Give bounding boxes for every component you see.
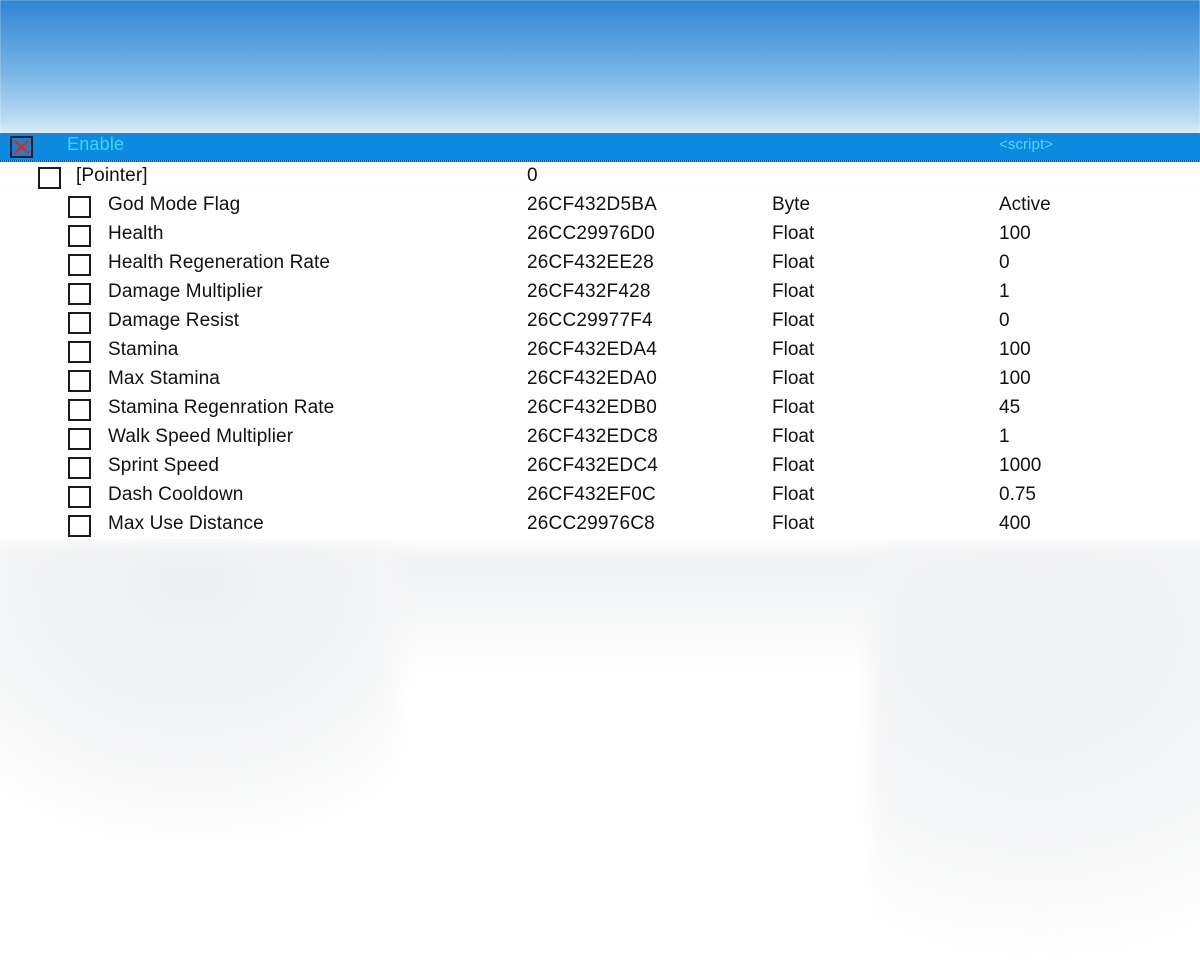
row-address: 26CF432EDA0	[527, 368, 657, 389]
row-value[interactable]: Active	[999, 194, 1051, 216]
row-address: 26CF432EE28	[527, 252, 654, 273]
row-value[interactable]: 100	[999, 223, 1031, 245]
row-type: Float	[772, 281, 815, 302]
enable-label: Enable	[67, 134, 125, 154]
row-value[interactable]: 0.75	[999, 484, 1036, 506]
row-type: Float	[772, 397, 815, 418]
desktop-blur-blob-right	[870, 548, 1200, 968]
row-enable-checkbox[interactable]	[68, 428, 91, 450]
table-row[interactable]: Max Stamina 26CF432EDA0 Float 100	[0, 366, 1200, 395]
row-value[interactable]: 100	[999, 368, 1031, 390]
cheat-table-header-row[interactable]: Enable <script>	[0, 133, 1200, 162]
table-row[interactable]: Sprint Speed 26CF432EDC4 Float 1000	[0, 453, 1200, 482]
row-enable-checkbox[interactable]	[68, 399, 91, 421]
script-column-label[interactable]: <script>	[999, 136, 1053, 153]
row-enable-checkbox[interactable]	[68, 225, 91, 247]
row-address: 26CC29977F4	[527, 310, 653, 331]
enable-checkbox[interactable]	[10, 136, 33, 158]
row-type: Float	[772, 455, 815, 476]
row-enable-checkbox[interactable]	[68, 486, 91, 508]
table-row[interactable]: [Pointer] 0	[0, 163, 1200, 192]
row-value[interactable]: 0	[999, 252, 1010, 274]
row-description: Damage Multiplier	[108, 281, 263, 302]
row-value[interactable]: 100	[999, 339, 1031, 361]
table-row[interactable]: Walk Speed Multiplier 26CF432EDC8 Float 1	[0, 424, 1200, 453]
row-address: 0	[527, 165, 538, 186]
row-description: Sprint Speed	[108, 455, 220, 476]
row-value[interactable]: 400	[999, 513, 1031, 535]
row-description: [Pointer]	[76, 165, 148, 186]
table-row[interactable]: God Mode Flag 26CF432D5BA Byte Active	[0, 192, 1200, 221]
row-type: Float	[772, 310, 815, 331]
cheat-table-rows: [Pointer] 0 God Mode Flag 26CF432D5BA Byte Ac…	[0, 162, 1200, 540]
row-type: Float	[772, 484, 815, 505]
row-value[interactable]: 1	[999, 426, 1010, 448]
row-description: Health	[108, 223, 164, 244]
row-type: Float	[772, 252, 815, 273]
row-address: 26CF432EDA4	[527, 339, 657, 360]
row-value[interactable]: 1000	[999, 455, 1041, 477]
row-address: 26CF432F428	[527, 281, 651, 302]
table-row[interactable]: Max Use Distance 26CC29976C8 Float 400	[0, 511, 1200, 540]
row-enable-checkbox[interactable]	[68, 283, 91, 305]
table-row[interactable]: Health 26CC29976D0 Float 100	[0, 221, 1200, 250]
row-address: 26CC29976C8	[527, 513, 655, 534]
row-enable-checkbox[interactable]	[68, 254, 91, 276]
row-enable-checkbox[interactable]	[68, 196, 91, 218]
row-description: Health Regeneration Rate	[108, 252, 331, 273]
cheat-table-panel: Enable <script> [Pointer] 0 God Mode Flag 2…	[0, 133, 1200, 539]
row-description: Stamina	[108, 339, 179, 360]
row-description: Max Stamina	[108, 368, 220, 389]
row-enable-checkbox[interactable]	[68, 457, 91, 479]
row-value[interactable]: 0	[999, 310, 1010, 332]
row-enable-checkbox[interactable]	[68, 515, 91, 537]
row-description: Dash Cooldown	[108, 484, 244, 505]
row-description: Max Use Distance	[108, 513, 264, 534]
row-type: Float	[772, 513, 815, 534]
row-enable-checkbox[interactable]	[68, 370, 91, 392]
row-type: Float	[772, 223, 815, 244]
row-type: Float	[772, 368, 815, 389]
table-row[interactable]: Stamina 26CF432EDA4 Float 100	[0, 337, 1200, 366]
row-enable-checkbox[interactable]	[38, 167, 61, 189]
row-value[interactable]: 1	[999, 281, 1010, 303]
row-value[interactable]: 45	[999, 397, 1020, 419]
row-type: Float	[772, 426, 815, 447]
row-type: Float	[772, 339, 815, 360]
row-description: Walk Speed Multiplier	[108, 426, 294, 447]
table-row[interactable]: Damage Multiplier 26CF432F428 Float 1	[0, 279, 1200, 308]
red-x-icon	[13, 139, 30, 155]
table-row[interactable]: Health Regeneration Rate 26CF432EE28 Float…	[0, 250, 1200, 279]
row-address: 26CF432EDB0	[527, 397, 657, 418]
desktop-blur-blob-left	[0, 545, 400, 845]
row-description: Damage Resist	[108, 310, 240, 331]
row-address: 26CF432EF0C	[527, 484, 656, 505]
row-address: 26CF432EDC8	[527, 426, 659, 447]
table-row[interactable]: Dash Cooldown 26CF432EF0C Float 0.75	[0, 482, 1200, 511]
row-address: 26CF432EDC4	[527, 455, 659, 476]
table-row[interactable]: Stamina Regenration Rate 26CF432EDB0 Float…	[0, 395, 1200, 424]
row-enable-checkbox[interactable]	[68, 341, 91, 363]
row-type: Byte	[772, 194, 811, 215]
row-address: 26CC29976D0	[527, 223, 655, 244]
row-address: 26CF432D5BA	[527, 194, 657, 215]
row-description: God Mode Flag	[108, 194, 241, 215]
table-row[interactable]: Damage Resist 26CC29977F4 Float 0	[0, 308, 1200, 337]
row-description: Stamina Regenration Rate	[108, 397, 335, 418]
row-enable-checkbox[interactable]	[68, 312, 91, 334]
